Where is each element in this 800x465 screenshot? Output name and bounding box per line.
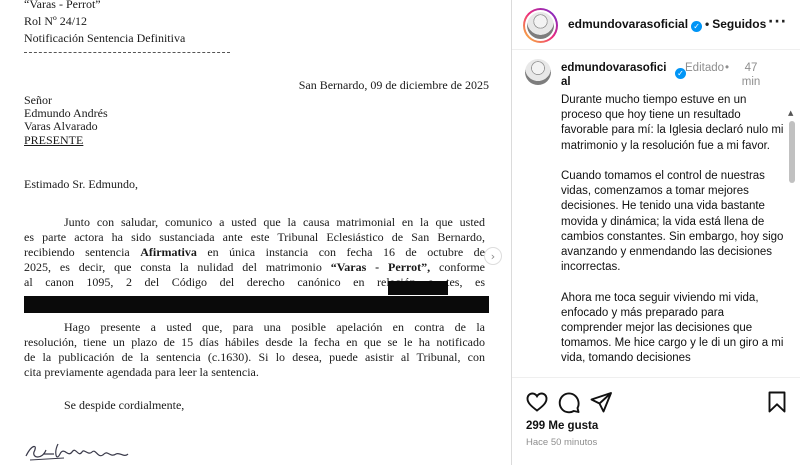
scrollbar-thumb[interactable] [789, 121, 795, 183]
caption-username[interactable]: edmundovarasoficial [561, 61, 671, 89]
more-options-icon[interactable]: ··· [768, 14, 787, 30]
closing: Se despide cordialmente, [64, 398, 185, 412]
edited-label: Editado [685, 62, 725, 74]
caption-time: 47 min [741, 62, 761, 88]
paragraph-2-line: resolución, tiene un plazo de 15 días há… [24, 335, 485, 350]
dashed-divider [24, 52, 230, 53]
paragraph-2-line: de la publicación de la sentencia (c.163… [24, 350, 485, 365]
header-username[interactable]: edmundovarasoficial [568, 17, 688, 31]
redaction-bar [388, 281, 448, 295]
caption-paragraph: Ahora me toca seguir viviendo mi vida, e… [561, 291, 784, 365]
place-date: San Bernardo, 09 de diciembre de 2025 [298, 78, 489, 92]
paragraph-2-line: cita previamente agendada para leer la s… [24, 365, 259, 380]
paragraph-1-line: Junto con saludar, comunico a usted que … [64, 215, 485, 229]
paragraph-1-line: 2025, es decir, que consta la nulidad de… [24, 260, 485, 275]
paragraph-1-line: es parte actora ha sido sustanciada ante… [24, 230, 485, 245]
caption-area: edmundovarasoficial ✓ Editado • 47 min D… [512, 51, 800, 376]
caption-paragraph: Durante mucho tiempo estuve en un proces… [561, 94, 784, 152]
greeting: Estimado Sr. Edmundo, [24, 177, 138, 191]
avatar[interactable] [523, 8, 558, 43]
paragraph-1: Junto con saludar, comunico a usted que … [24, 215, 485, 290]
post-header: edmundovarasoficial ✓ • Seguidos ··· [512, 0, 800, 50]
send-icon[interactable] [589, 390, 613, 414]
header-user-row: edmundovarasoficial ✓ • Seguidos [568, 17, 766, 32]
redaction-bar [24, 296, 489, 313]
salutation-line: Varas Alvarado [24, 119, 98, 133]
heart-icon[interactable] [525, 390, 549, 414]
separator-dot: • [725, 62, 730, 74]
post-image-document[interactable]: “Varas - Perrot” Rol Nº 24/12 Notificaci… [0, 0, 511, 465]
paragraph-1-line: recibiendo sentencia Afirmativa en única… [24, 245, 485, 260]
paragraph-2-line: Hago presente a usted que, para una posi… [64, 320, 485, 334]
emphasis-text: Afirmativa [140, 245, 197, 260]
case-name: “Varas - Perrot” [24, 0, 101, 11]
salutation-present: PRESENTE [24, 133, 84, 147]
caption-text: Durante mucho tiempo estuve en un proces… [561, 93, 785, 376]
paragraph-2: Hago presente a usted que, para una posi… [24, 320, 485, 380]
caption-paragraph: Cuando tomamos el control de nuestras vi… [561, 170, 784, 274]
caption-avatar[interactable] [525, 59, 551, 85]
separator-dot: • [705, 17, 710, 31]
notice-type: Notificación Sentencia Definitiva [24, 31, 186, 45]
post-panel: edmundovarasoficial ✓ • Seguidos ··· edmund… [511, 0, 800, 465]
following-button[interactable]: Seguidos [712, 17, 766, 31]
next-arrow-icon[interactable]: › [484, 247, 502, 265]
emphasis-text: “Varas - Perrot”, [330, 260, 431, 275]
post-timestamp[interactable]: Hace 50 minutos [526, 437, 597, 448]
caption-scrollbar[interactable]: ▲ ▼ [788, 109, 796, 376]
handwritten-signature [25, 443, 129, 461]
scroll-up-icon[interactable]: ▲ [788, 109, 793, 117]
post-actions: 299 Me gusta Hace 50 minutos [512, 377, 800, 465]
bookmark-icon[interactable] [765, 390, 789, 414]
verified-badge-icon: ✓ [691, 21, 703, 32]
case-rol: Rol Nº 24/12 [24, 14, 88, 28]
comment-icon[interactable] [557, 390, 581, 414]
likes-count[interactable]: 299 Me gusta [526, 420, 598, 432]
